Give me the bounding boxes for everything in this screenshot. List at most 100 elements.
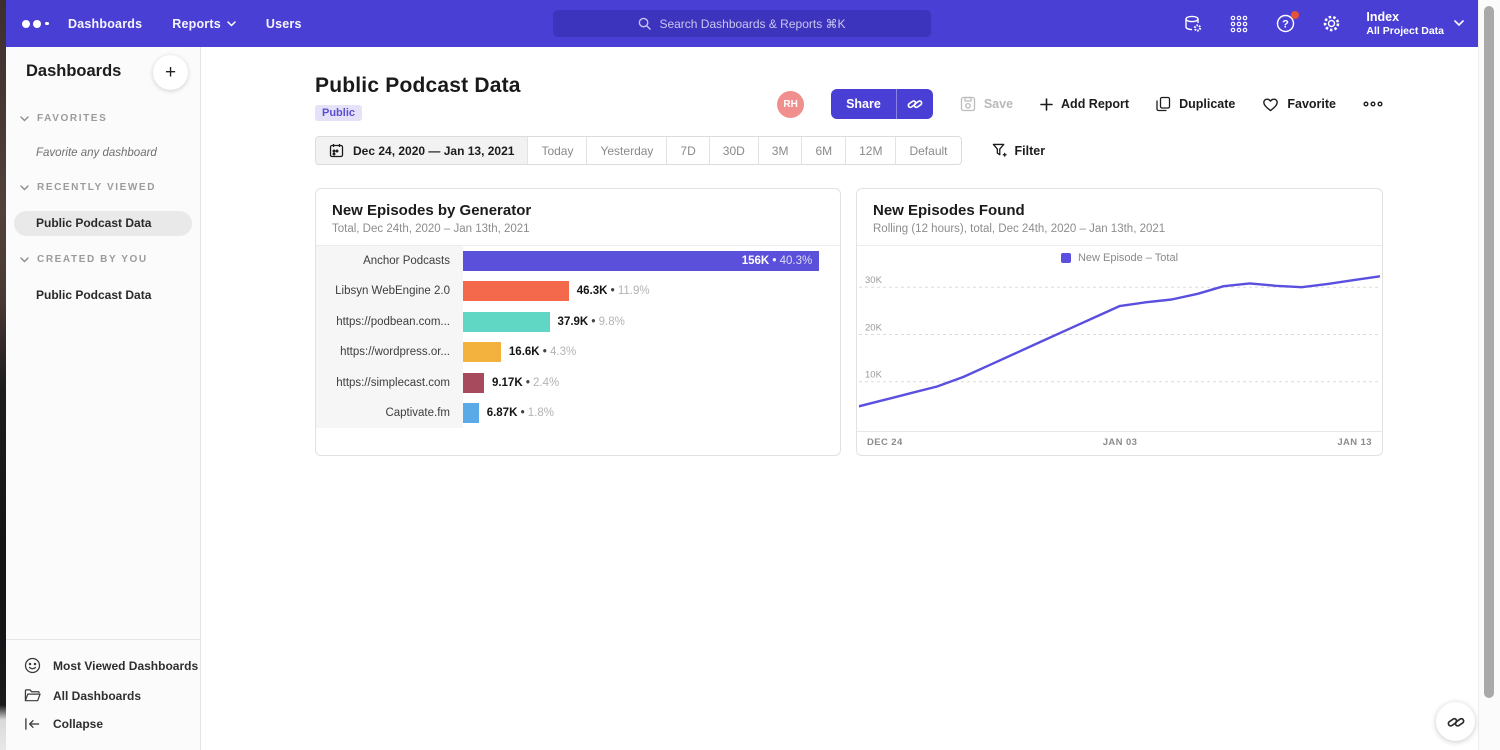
bar-value: 16.6K • 4.3% <box>509 342 576 362</box>
bar-value: 6.87K • 1.8% <box>487 403 554 423</box>
share-button[interactable]: Share <box>831 89 933 119</box>
add-report-label: Add Report <box>1061 97 1129 111</box>
ellipsis-icon <box>1363 101 1383 107</box>
x-tick: JAN 03 <box>1103 437 1138 448</box>
most-viewed-dashboards-button[interactable]: Most Viewed Dashboards <box>6 650 200 681</box>
nav-users[interactable]: Users <box>266 17 302 31</box>
preset-default[interactable]: Default <box>896 137 960 164</box>
preset-6m[interactable]: 6M <box>802 137 846 164</box>
filter-label: Filter <box>1015 144 1046 158</box>
page-scrollbar[interactable] <box>1478 0 1500 750</box>
app-logo[interactable] <box>22 20 68 28</box>
preset-yesterday[interactable]: Yesterday <box>587 137 667 164</box>
bar-row-wordpress[interactable]: https://wordpress.or... 16.6K • 4.3% <box>316 337 840 367</box>
logo-dot <box>22 20 30 28</box>
data-sources-icon[interactable] <box>1182 13 1204 35</box>
bar[interactable]: 156K • 40.3% <box>463 251 819 271</box>
preset-30d[interactable]: 30D <box>710 137 759 164</box>
chart-legend[interactable]: New Episode – Total <box>857 252 1382 264</box>
avatar[interactable]: RH <box>777 91 804 118</box>
link-icon <box>1447 713 1465 731</box>
bar-row-captivate[interactable]: Captivate.fm 6.87K • 1.8% <box>316 398 840 428</box>
project-subtitle: All Project Data <box>1366 25 1444 38</box>
bar-row-podbean[interactable]: https://podbean.com... 37.9K • 9.8% <box>316 307 840 337</box>
bar[interactable] <box>463 342 501 362</box>
bar[interactable] <box>463 312 550 332</box>
date-range-group: Dec 24, 2020 — Jan 13, 2021 Today Yester… <box>315 136 962 165</box>
x-tick: DEC 24 <box>867 437 903 448</box>
bar-label: https://simplecast.com <box>316 368 463 398</box>
logo-dot <box>33 20 41 28</box>
bar-chart-subtitle: Total, Dec 24th, 2020 – Jan 13th, 2021 <box>332 223 824 235</box>
collapse-sidebar-button[interactable]: Collapse <box>6 710 200 738</box>
chevron-down-icon <box>20 257 29 263</box>
share-label[interactable]: Share <box>831 89 897 119</box>
calendar-icon <box>329 143 344 158</box>
filter-button[interactable]: Filter <box>992 143 1046 158</box>
scrollbar-thumb[interactable] <box>1484 6 1494 698</box>
favorite-button[interactable]: Favorite <box>1262 97 1336 112</box>
section-created-by-you[interactable]: CREATED BY YOU <box>20 254 148 265</box>
nav-reports-label: Reports <box>172 17 221 31</box>
add-report-button[interactable]: Add Report <box>1040 97 1129 111</box>
help-icon[interactable]: ? <box>1274 13 1296 35</box>
chevron-down-icon <box>20 185 29 191</box>
chevron-down-icon <box>227 21 236 27</box>
logo-dot <box>45 22 49 26</box>
card-new-episodes-by-generator: New Episodes by Generator Total, Dec 24t… <box>315 188 841 456</box>
share-link-button[interactable] <box>897 89 933 119</box>
top-nav-bar: Dashboards Reports Users Search Dashboar… <box>6 0 1478 47</box>
svg-text:20K: 20K <box>865 323 883 334</box>
bar-row-anchor-podcasts[interactable]: Anchor Podcasts 156K • 40.3% <box>316 246 840 276</box>
section-created-by-you-label: CREATED BY YOU <box>37 254 148 265</box>
favorite-label: Favorite <box>1287 97 1336 111</box>
bar-value: 156K • 40.3% <box>742 251 813 271</box>
all-dashboards-button[interactable]: All Dashboards <box>6 681 200 710</box>
bar-row-simplecast[interactable]: https://simplecast.com 9.17K • 2.4% <box>316 368 840 398</box>
date-toolbar: Dec 24, 2020 — Jan 13, 2021 Today Yester… <box>315 136 1045 165</box>
bar-row-libsyn[interactable]: Libsyn WebEngine 2.0 46.3K • 11.9% <box>316 276 840 306</box>
date-range-picker[interactable]: Dec 24, 2020 — Jan 13, 2021 <box>316 137 528 164</box>
preset-today[interactable]: Today <box>528 137 587 164</box>
preset-12m[interactable]: 12M <box>846 137 896 164</box>
collapse-label: Collapse <box>53 717 103 731</box>
bar-label: https://wordpress.or... <box>316 337 463 367</box>
section-recently-viewed[interactable]: RECENTLY VIEWED <box>20 182 156 193</box>
section-favorites[interactable]: FAVORITES <box>20 113 107 124</box>
sidebar-title: Dashboards <box>26 62 121 81</box>
project-switcher[interactable]: Index All Project Data <box>1366 10 1464 38</box>
save-label: Save <box>984 97 1013 111</box>
add-dashboard-button[interactable]: + <box>153 55 188 90</box>
duplicate-button[interactable]: Duplicate <box>1156 96 1235 112</box>
bar[interactable] <box>463 373 484 393</box>
preset-7d[interactable]: 7D <box>667 137 709 164</box>
line-chart[interactable]: 10K20K30K <box>859 273 1380 429</box>
bar-label: Captivate.fm <box>316 398 463 428</box>
bar[interactable] <box>463 281 569 301</box>
project-name: Index <box>1366 10 1444 25</box>
duplicate-label: Duplicate <box>1179 97 1235 111</box>
chevron-down-icon <box>20 116 29 122</box>
more-options-button[interactable] <box>1363 101 1383 107</box>
folder-icon <box>24 688 41 703</box>
save-button[interactable]: Save <box>960 96 1013 112</box>
sidebar-item-public-podcast-data-2[interactable]: Public Podcast Data <box>14 283 192 308</box>
nav-dashboards[interactable]: Dashboards <box>68 17 142 31</box>
settings-gear-icon[interactable] <box>1320 13 1342 35</box>
nav-reports[interactable]: Reports <box>172 17 236 31</box>
bar-label: https://podbean.com... <box>316 307 463 337</box>
legend-swatch <box>1061 253 1071 263</box>
search-icon <box>638 17 651 30</box>
search-input[interactable]: Search Dashboards & Reports ⌘K <box>553 10 931 37</box>
section-recently-viewed-label: RECENTLY VIEWED <box>37 182 156 193</box>
apps-grid-icon[interactable] <box>1228 13 1250 35</box>
sidebar-item-public-podcast-data[interactable]: Public Podcast Data <box>14 211 192 236</box>
line-chart-subtitle: Rolling (12 hours), total, Dec 24th, 202… <box>873 223 1366 235</box>
main-content: Public Podcast Data Public RH Share Save <box>201 47 1478 750</box>
notification-badge <box>1291 11 1299 19</box>
bar[interactable] <box>463 403 479 423</box>
chevron-down-icon <box>1454 20 1464 27</box>
preset-3m[interactable]: 3M <box>759 137 803 164</box>
copy-link-floating-button[interactable] <box>1436 702 1475 741</box>
bar-value: 9.17K • 2.4% <box>492 373 559 393</box>
